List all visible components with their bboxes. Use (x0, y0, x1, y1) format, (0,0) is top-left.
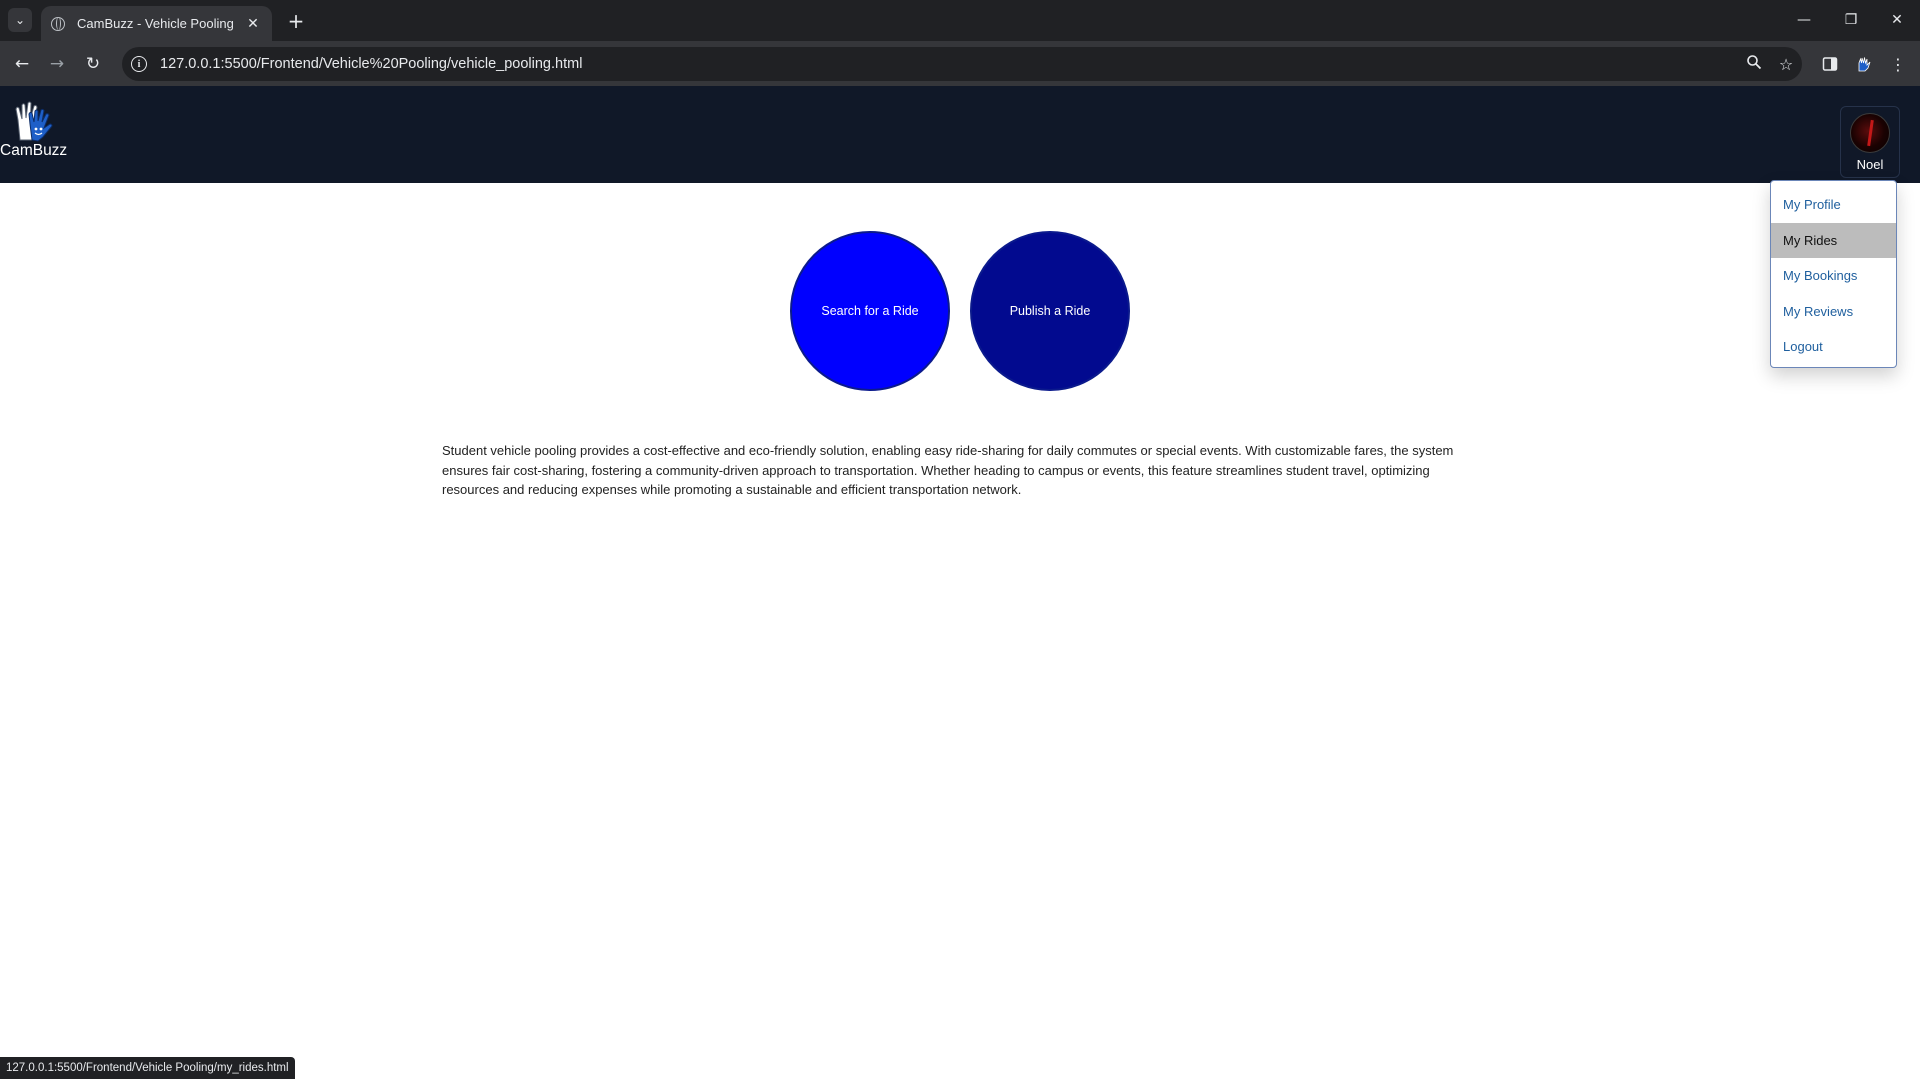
browser-tab[interactable]: CamBuzz - Vehicle Pooling ✕ (41, 6, 272, 41)
zoom-icon[interactable] (1738, 54, 1770, 74)
url-text[interactable]: 127.0.0.1:5500/Frontend/Vehicle%20Poolin… (160, 56, 1738, 72)
chevron-down-icon[interactable]: ⌄ (8, 8, 32, 32)
brand-name: CamBuzz (0, 142, 68, 159)
menu-item-my-profile[interactable]: My Profile (1771, 187, 1896, 223)
avatar (1850, 113, 1890, 153)
menu-item-logout[interactable]: Logout (1771, 329, 1896, 365)
star-icon[interactable]: ☆ (1770, 55, 1802, 74)
menu-item-my-reviews[interactable]: My Reviews (1771, 294, 1896, 330)
close-icon[interactable]: ✕ (244, 16, 262, 32)
profile-dropdown: My Profile My Rides My Bookings My Revie… (1770, 180, 1897, 368)
tab-title: CamBuzz - Vehicle Pooling (77, 16, 234, 31)
window-close-icon[interactable]: ✕ (1877, 6, 1917, 34)
kebab-menu-icon[interactable]: ⋮ (1884, 50, 1912, 78)
user-name: Noel (1856, 157, 1884, 172)
address-bar[interactable]: i 127.0.0.1:5500/Frontend/Vehicle%20Pool… (122, 47, 1802, 81)
menu-item-my-bookings[interactable]: My Bookings (1771, 258, 1896, 294)
browser-tabstrip: ⌄ CamBuzz - Vehicle Pooling ✕ + — ❐ ✕ (0, 0, 1920, 41)
reload-icon[interactable]: ↻ (79, 50, 107, 78)
plus-icon[interactable]: + (283, 8, 309, 34)
forward-arrow-icon[interactable]: → (43, 50, 71, 78)
feature-description: Student vehicle pooling provides a cost-… (442, 443, 1454, 497)
publish-ride-button[interactable]: Publish a Ride (970, 231, 1130, 391)
back-arrow-icon[interactable]: ← (8, 50, 36, 78)
minimize-icon[interactable]: — (1784, 6, 1824, 34)
hand-logo-icon (10, 100, 56, 142)
search-ride-button[interactable]: Search for a Ride (790, 231, 950, 391)
side-panel-icon[interactable] (1816, 50, 1844, 78)
site-header: CamBuzz Noel (0, 86, 1920, 183)
status-bar-url: 127.0.0.1:5500/Frontend/Vehicle Pooling/… (0, 1057, 295, 1079)
browser-toolbar: ← → ↻ i 127.0.0.1:5500/Frontend/Vehicle%… (0, 41, 1920, 86)
globe-icon (51, 16, 65, 31)
profile-menu-toggle[interactable]: Noel (1840, 106, 1900, 178)
brand-logo[interactable]: CamBuzz (0, 100, 68, 160)
restore-icon[interactable]: ❐ (1831, 6, 1871, 34)
menu-item-my-rides[interactable]: My Rides (1771, 222, 1896, 258)
info-icon[interactable]: i (131, 56, 147, 72)
extension-icon[interactable] (1850, 50, 1878, 78)
